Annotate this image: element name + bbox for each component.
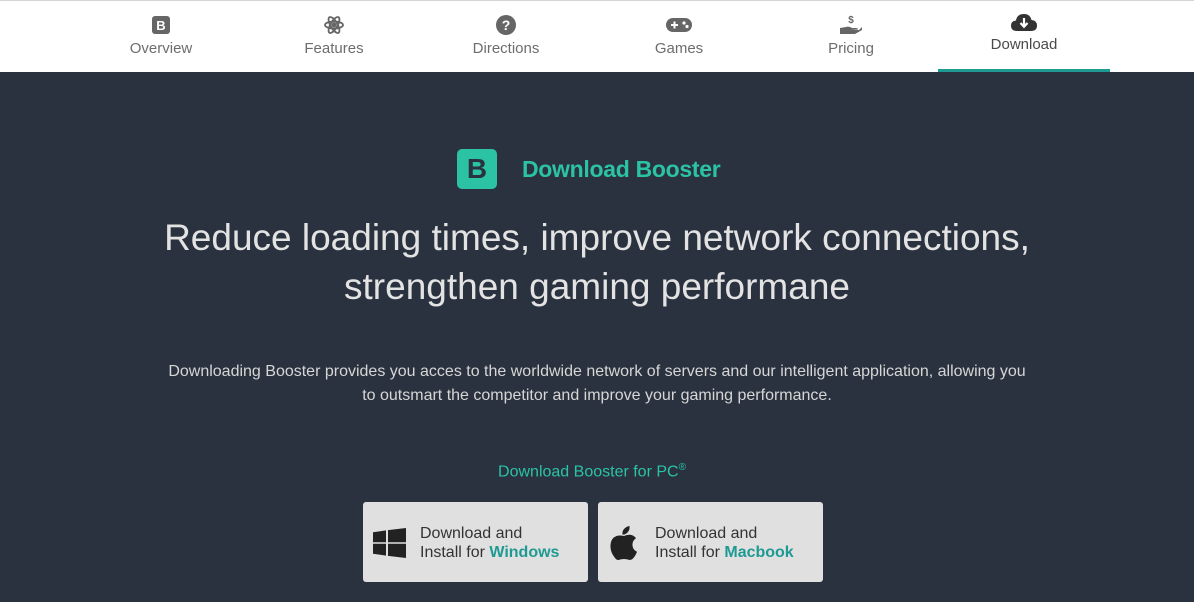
tab-label: Download [990, 36, 1058, 53]
download-mac-button[interactable]: Download and Install for Macbook [598, 502, 823, 582]
svg-text:B: B [156, 18, 165, 33]
hand-dollar-icon: $ [839, 14, 863, 36]
description-line-1: Downloading Booster provides you acces t… [168, 363, 1026, 380]
tab-label: Directions [472, 40, 540, 57]
tab-features[interactable]: Features [248, 1, 420, 73]
windows-os-name: Windows [489, 544, 560, 561]
booster-logo: B [457, 149, 497, 189]
pc-label-text: Download Booster for PC [498, 463, 679, 481]
atom-icon [324, 14, 344, 36]
tab-pricing[interactable]: $ Pricing [765, 1, 937, 73]
windows-line-2: Install for [420, 544, 490, 561]
gamepad-icon [666, 14, 692, 36]
description: Downloading Booster provides you acces t… [140, 360, 1054, 408]
mac-os-name: Macbook [724, 544, 794, 561]
windows-button-text: Download and Install for Windows [420, 524, 559, 562]
download-pc-label: Download Booster for PC® [0, 462, 1184, 481]
question-circle-icon: ? [496, 14, 516, 36]
top-nav: B Overview Features ? Directions Games $… [0, 0, 1194, 72]
brand-title: Download Booster [522, 156, 721, 182]
svg-text:$: $ [848, 15, 854, 26]
windows-line-1: Download and [420, 525, 523, 542]
headline: Reduce loading times, improve network co… [0, 213, 1194, 311]
tab-directions[interactable]: ? Directions [420, 1, 592, 73]
headline-line-1: Reduce loading times, improve network co… [164, 217, 1030, 258]
cloud-download-icon [1011, 12, 1037, 34]
mac-button-text: Download and Install for Macbook [655, 524, 794, 562]
svg-text:?: ? [502, 17, 511, 33]
tab-label: Games [654, 40, 704, 57]
tab-label: Features [304, 40, 364, 57]
description-line-2: to outsmart the competitor and improve y… [362, 387, 832, 404]
mac-line-2: Install for [655, 544, 725, 561]
registered-mark: ® [678, 462, 686, 473]
tab-download[interactable]: Download [938, 1, 1110, 73]
download-windows-button[interactable]: Download and Install for Windows [363, 502, 588, 582]
tab-games[interactable]: Games [593, 1, 765, 73]
tab-label: Pricing [828, 40, 874, 57]
apple-icon [607, 526, 641, 560]
bootstrap-icon: B [152, 14, 170, 36]
headline-line-2: strengthen gaming performane [344, 266, 850, 307]
tab-overview[interactable]: B Overview [75, 1, 247, 73]
windows-icon [372, 526, 406, 560]
tab-label: Overview [129, 40, 193, 57]
logo-letter: B [466, 153, 488, 184]
mac-line-1: Download and [655, 525, 758, 542]
